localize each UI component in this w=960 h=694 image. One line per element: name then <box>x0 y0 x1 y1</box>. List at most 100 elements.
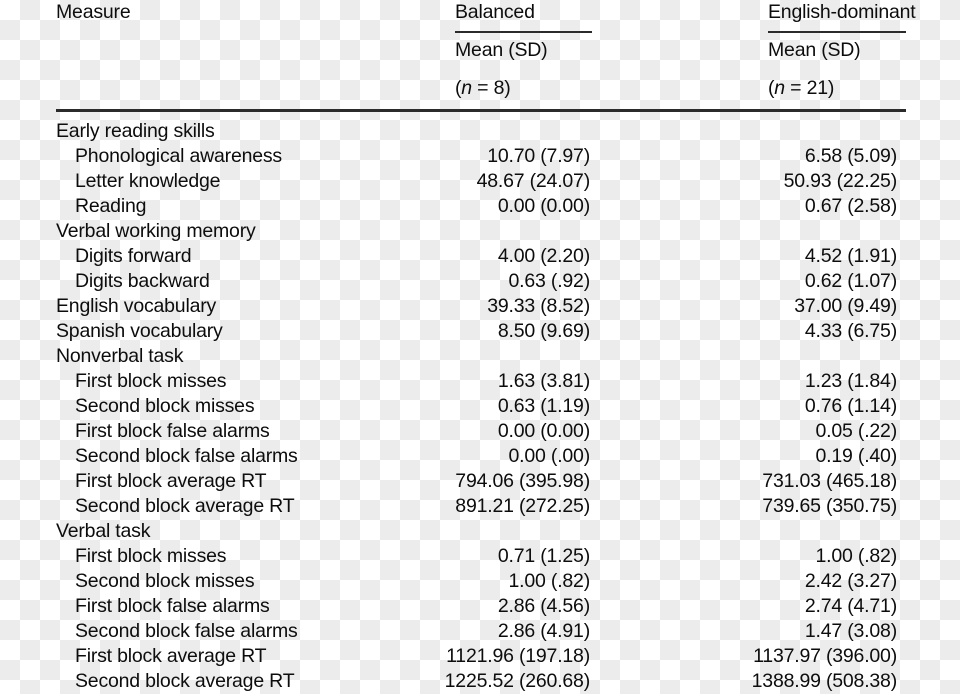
table-header-row-stat: Mean (SD) Mean (SD) <box>0 38 960 63</box>
row-group-label: Verbal working memory <box>56 220 256 242</box>
cell-english-dominant: 4.52 (1.91) <box>804 245 897 267</box>
cell-balanced: 0.63 (1.19) <box>497 395 590 417</box>
cell-balanced: 0.00 (0.00) <box>497 195 590 217</box>
table-row: Early reading skills <box>0 119 960 144</box>
table-row: Nonverbal task <box>0 344 960 369</box>
subheader-english-dominant-mean-sd: Mean (SD) <box>768 39 861 61</box>
table-row: Second block misses 0.63 (1.19) 0.76 (1.14… <box>0 394 960 419</box>
cell-english-dominant: 0.05 (.22) <box>815 420 898 442</box>
sample-size-balanced: (n = 8) <box>455 76 511 101</box>
column-header-english-dominant: English-dominant <box>768 1 916 23</box>
row-label: Reading <box>75 195 147 217</box>
subheader-balanced-mean-sd: Mean (SD) <box>455 39 548 61</box>
header-bottom-rule <box>56 109 906 112</box>
sample-size-balanced-value: = 8) <box>471 77 511 99</box>
sample-size-english-dominant-symbol: n <box>774 77 785 99</box>
cell-english-dominant: 1.00 (.82) <box>815 545 898 567</box>
row-label: First block average RT <box>75 645 267 667</box>
sample-size-english-dominant: (n = 21) <box>768 76 834 101</box>
sample-size-english-dominant-value: = 21) <box>784 77 835 99</box>
table-row: Second block misses 1.00 (.82) 2.42 (3.27) <box>0 569 960 594</box>
row-label: Second block average RT <box>75 670 295 692</box>
table-row: Verbal working memory <box>0 219 960 244</box>
row-group-label: English vocabulary <box>56 295 217 317</box>
cell-balanced: 4.00 (2.20) <box>497 245 590 267</box>
cell-balanced: 1.63 (3.81) <box>497 370 590 392</box>
cell-english-dominant: 731.03 (465.18) <box>762 470 897 492</box>
cell-balanced: 2.86 (4.56) <box>497 595 590 617</box>
column-header-measure: Measure <box>56 1 131 23</box>
row-group-label: Spanish vocabulary <box>56 320 223 342</box>
row-group-label: Nonverbal task <box>56 345 184 367</box>
sample-size-balanced-symbol: n <box>461 77 472 99</box>
cell-balanced: 39.33 (8.52) <box>487 295 590 317</box>
row-group-label: Early reading skills <box>56 120 215 142</box>
row-label: First block misses <box>75 545 227 567</box>
cell-balanced: 0.71 (1.25) <box>497 545 590 567</box>
row-label: Phonological awareness <box>75 145 282 167</box>
header-rule-balanced <box>455 31 592 33</box>
cell-balanced: 48.67 (24.07) <box>476 170 591 192</box>
table-row: Second block average RT 1225.52 (260.68) 1… <box>0 669 960 694</box>
row-label: Digits forward <box>75 245 192 267</box>
table-row: Second block false alarms 0.00 (.00) 0.19 … <box>0 444 960 469</box>
row-group-label: Verbal task <box>56 520 151 542</box>
cell-balanced: 0.63 (.92) <box>508 270 591 292</box>
cell-english-dominant: 6.58 (5.09) <box>804 145 897 167</box>
table-row: Reading 0.00 (0.00) 0.67 (2.58) <box>0 194 960 219</box>
table-row: Verbal task <box>0 519 960 544</box>
row-label: Second block false alarms <box>75 445 298 467</box>
table-header-row-titles: Measure Balanced English-dominant <box>0 0 960 25</box>
row-label: First block misses <box>75 370 227 392</box>
column-header-balanced: Balanced <box>455 1 535 23</box>
table-row: Spanish vocabulary 8.50 (9.69) 4.33 (6.75) <box>0 319 960 344</box>
cell-balanced: 0.00 (.00) <box>508 445 591 467</box>
row-label: Letter knowledge <box>75 170 221 192</box>
cell-balanced: 10.70 (7.97) <box>487 145 590 167</box>
row-label: Second block false alarms <box>75 620 298 642</box>
row-label: First block average RT <box>75 470 267 492</box>
cell-balanced: 794.06 (395.98) <box>455 470 590 492</box>
table-row: First block misses 0.71 (1.25) 1.00 (.82) <box>0 544 960 569</box>
table-row: Second block average RT 891.21 (272.25) 73… <box>0 494 960 519</box>
cell-english-dominant: 0.62 (1.07) <box>804 270 897 292</box>
cell-english-dominant: 1.47 (3.08) <box>804 620 897 642</box>
table-header-row-sample-size: (n = 8) (n = 21) <box>0 76 960 101</box>
cell-balanced: 8.50 (9.69) <box>497 320 590 342</box>
row-label: First block false alarms <box>75 595 270 617</box>
cell-english-dominant: 1137.97 (396.00) <box>753 645 897 667</box>
cell-english-dominant: 0.67 (2.58) <box>804 195 897 217</box>
row-label: First block false alarms <box>75 420 270 442</box>
row-label: Second block misses <box>75 570 255 592</box>
cell-balanced: 891.21 (272.25) <box>455 495 590 517</box>
cell-balanced: 0.00 (0.00) <box>497 420 590 442</box>
row-label: Digits backward <box>75 270 210 292</box>
table-row: First block misses 1.63 (3.81) 1.23 (1.84) <box>0 369 960 394</box>
cell-balanced: 1121.96 (197.18) <box>446 645 590 667</box>
cell-english-dominant: 1.23 (1.84) <box>804 370 897 392</box>
table-row: First block average RT 1121.96 (197.18) 11… <box>0 644 960 669</box>
table-row: Digits backward 0.63 (.92) 0.62 (1.07) <box>0 269 960 294</box>
cell-balanced: 1225.52 (260.68) <box>444 670 591 692</box>
table-row: Digits forward 4.00 (2.20) 4.52 (1.91) <box>0 244 960 269</box>
cell-english-dominant: 2.42 (3.27) <box>804 570 897 592</box>
table-row: First block average RT 794.06 (395.98) 731… <box>0 469 960 494</box>
row-label: Second block average RT <box>75 495 295 517</box>
cell-balanced: 2.86 (4.91) <box>497 620 590 642</box>
cell-english-dominant: 37.00 (9.49) <box>794 295 897 317</box>
table-row: First block false alarms 0.00 (0.00) 0.05 … <box>0 419 960 444</box>
table-row: English vocabulary 39.33 (8.52) 37.00 (9.4… <box>0 294 960 319</box>
cell-english-dominant: 0.19 (.40) <box>815 445 898 467</box>
cell-english-dominant: 739.65 (350.75) <box>762 495 897 517</box>
cell-english-dominant: 2.74 (4.71) <box>804 595 897 617</box>
header-rule-english-dominant <box>768 31 906 33</box>
table-row: First block false alarms 2.86 (4.56) 2.74 … <box>0 594 960 619</box>
cell-english-dominant: 0.76 (1.14) <box>804 395 897 417</box>
cell-english-dominant: 4.33 (6.75) <box>804 320 897 342</box>
table-row: Second block false alarms 2.86 (4.91) 1.47… <box>0 619 960 644</box>
table-row: Phonological awareness 10.70 (7.97) 6.58 (… <box>0 144 960 169</box>
cell-balanced: 1.00 (.82) <box>508 570 591 592</box>
statistics-table: Measure Balanced English-dominant Mean (… <box>0 0 960 694</box>
table-row: Letter knowledge 48.67 (24.07) 50.93 (22.2… <box>0 169 960 194</box>
cell-english-dominant: 1388.99 (508.38) <box>751 670 898 692</box>
